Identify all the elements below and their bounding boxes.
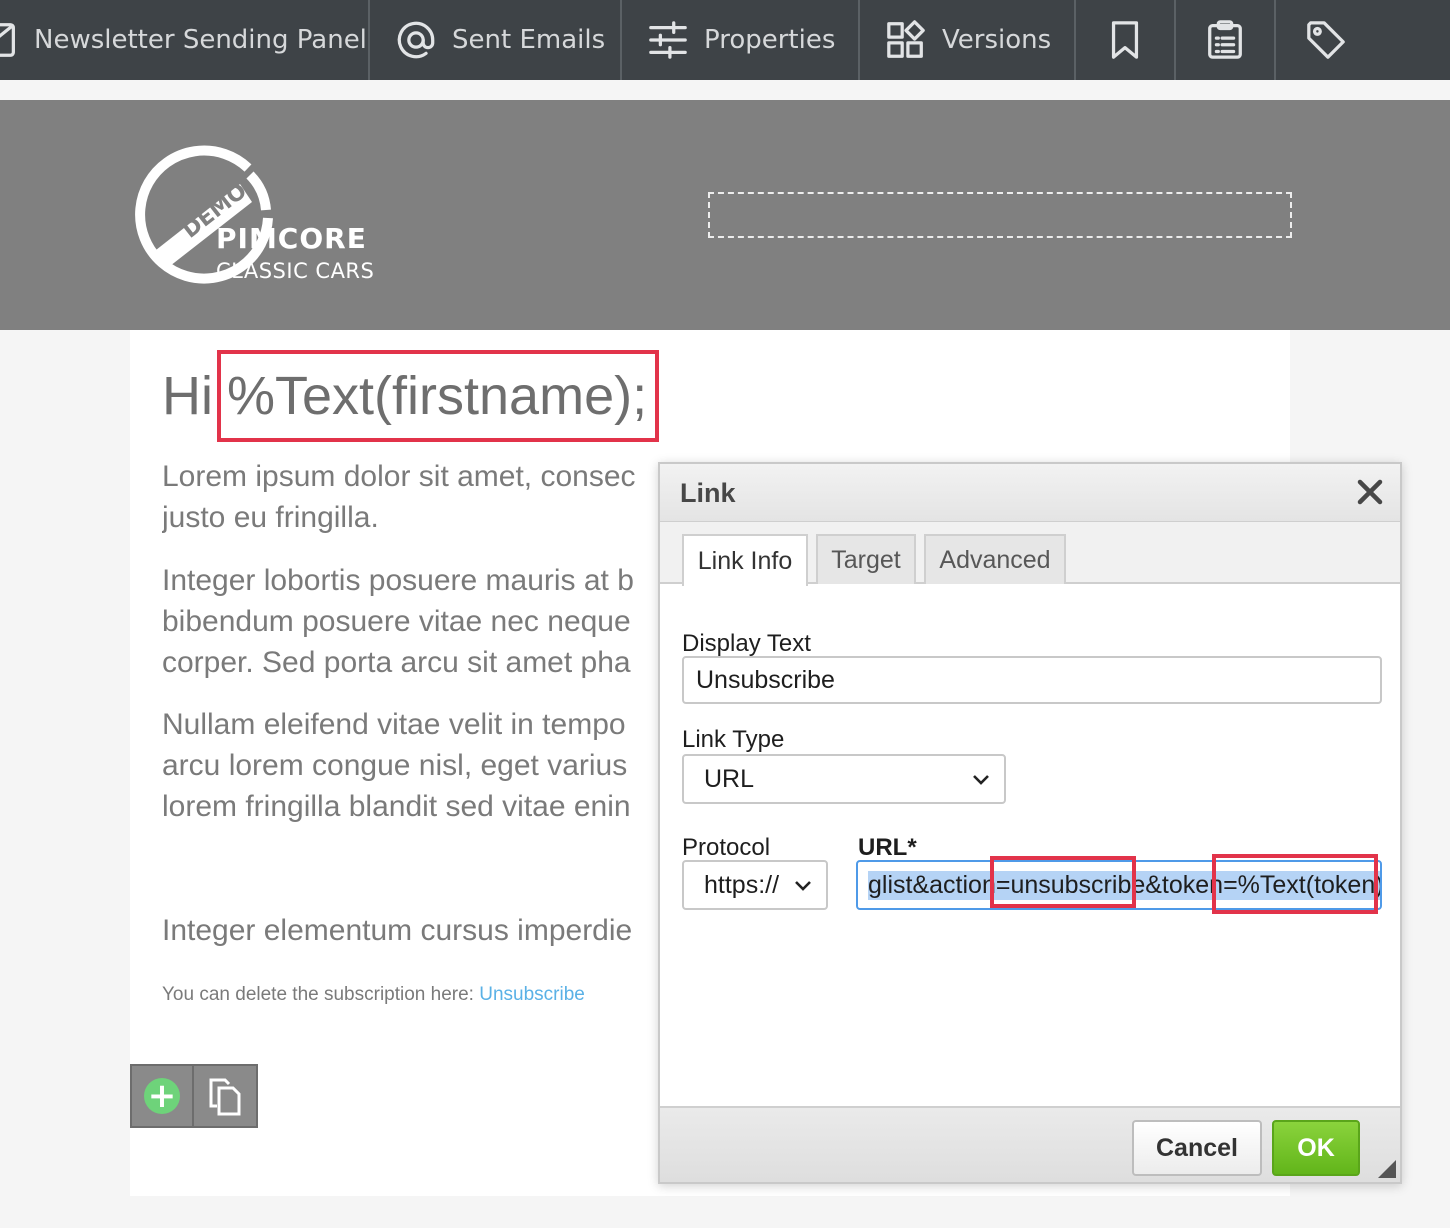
copy-icon	[209, 1078, 241, 1116]
sent-emails-label: Sent Emails	[452, 25, 606, 55]
newsletter-sending-panel-label: Newsletter Sending Panel	[34, 25, 367, 55]
unsubscribe-note: You can delete the subscription here: Un…	[162, 984, 585, 1006]
clipboard-list-button[interactable]	[1176, 0, 1276, 80]
dialog-title-bar[interactable]: Link	[660, 464, 1400, 522]
unsubscribe-link[interactable]: Unsubscribe	[479, 984, 585, 1005]
newsletter-sending-panel-button[interactable]: Newsletter Sending Panel	[0, 0, 370, 80]
tab-target[interactable]: Target	[816, 534, 916, 584]
ok-button[interactable]: OK	[1272, 1120, 1360, 1176]
chevron-down-icon	[970, 768, 992, 790]
link-type-label: Link Type	[682, 726, 785, 753]
link-dialog: Link Link Info Target Advanced Display T…	[658, 462, 1402, 1184]
logo-brand-text: PIMCORE	[216, 222, 367, 255]
protocol-value: https://	[704, 870, 780, 899]
bookmark-button[interactable]	[1076, 0, 1176, 80]
sent-emails-button[interactable]: Sent Emails	[370, 0, 622, 80]
versions-button[interactable]: Versions	[860, 0, 1076, 80]
top-toolbar: Newsletter Sending Panel Sent Emails Pro…	[0, 0, 1450, 80]
dialog-title: Link	[680, 478, 736, 508]
plus-icon: +	[144, 1078, 180, 1114]
newsletter-icon	[0, 18, 22, 62]
cancel-button[interactable]: Cancel	[1132, 1120, 1262, 1176]
tag-button[interactable]	[1276, 0, 1376, 80]
url-input[interactable]: glist&action=unsubscribe&token=%Text(tok…	[856, 860, 1382, 910]
properties-label: Properties	[704, 25, 836, 55]
block-toolbar: +	[130, 1064, 258, 1128]
properties-button[interactable]: Properties	[622, 0, 860, 80]
versions-grid-icon	[884, 18, 928, 62]
sliders-icon	[646, 18, 690, 62]
chevron-down-icon	[792, 874, 814, 896]
versions-label: Versions	[942, 25, 1052, 55]
resize-handle-icon[interactable]	[1378, 1160, 1396, 1178]
add-block-button[interactable]: +	[130, 1064, 194, 1128]
dialog-footer: Cancel OK	[660, 1106, 1400, 1182]
display-text-input[interactable]	[682, 656, 1382, 704]
firstname-placeholder-highlight: %Text(firstname);	[217, 350, 660, 442]
tag-icon	[1304, 18, 1348, 62]
at-sign-icon	[394, 18, 438, 62]
dialog-tabs: Link Info Target Advanced	[660, 522, 1400, 586]
link-type-select[interactable]: URL	[682, 754, 1006, 804]
url-label: URL*	[858, 834, 917, 861]
close-icon[interactable]	[1354, 476, 1386, 508]
email-header-band: DEMO PIMCORE CLASSIC CARS	[0, 100, 1450, 330]
bookmark-icon	[1103, 18, 1147, 62]
display-text-label: Display Text	[682, 630, 811, 657]
link-type-value: URL	[704, 764, 755, 793]
logo-subtitle-text: CLASSIC CARS	[216, 259, 375, 283]
pimcore-classic-cars-logo: DEMO PIMCORE CLASSIC CARS	[130, 140, 400, 290]
copy-block-button[interactable]	[194, 1064, 258, 1128]
greeting-prefix: Hi	[162, 366, 213, 426]
greeting-heading: Hi %Text(firstname);	[162, 350, 660, 458]
editable-header-area[interactable]	[708, 192, 1292, 238]
tab-advanced[interactable]: Advanced	[924, 534, 1066, 584]
url-selected-text: glist&action=unsubscribe&token=%Text(tok…	[868, 871, 1380, 900]
clipboard-list-icon	[1203, 18, 1247, 62]
protocol-select[interactable]: https://	[682, 860, 828, 910]
protocol-label: Protocol	[682, 834, 771, 861]
tab-link-info[interactable]: Link Info	[682, 534, 808, 586]
unsubscribe-note-text: You can delete the subscription here:	[162, 984, 474, 1005]
